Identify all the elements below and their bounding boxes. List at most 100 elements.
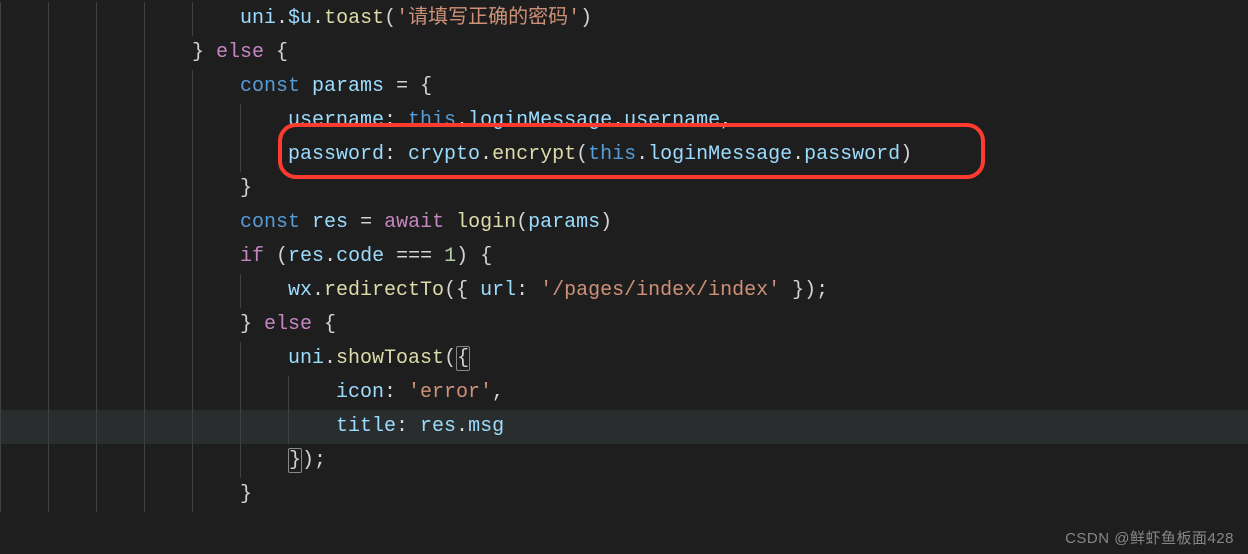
code-token: crypto (408, 143, 480, 166)
code-token: icon (336, 381, 384, 404)
code-token: params (312, 75, 384, 98)
code-token: } (192, 41, 216, 64)
indent-guide (48, 2, 96, 36)
indent-guide (48, 138, 96, 172)
code-line[interactable]: const params = { (0, 70, 1248, 104)
code-token: wx (288, 279, 312, 302)
indent-guide (96, 342, 144, 376)
indent-guide (144, 240, 192, 274)
code-token: . (324, 245, 336, 268)
code-token: { (420, 75, 432, 98)
code-token: = (396, 75, 408, 98)
code-token (300, 75, 312, 98)
code-line[interactable]: } else { (0, 36, 1248, 70)
code-token: ) (580, 7, 592, 30)
code-token: if (240, 245, 264, 268)
code-token: title (336, 415, 396, 438)
code-token: : (516, 279, 540, 302)
code-token: . (456, 415, 468, 438)
indent-guide (192, 70, 240, 104)
indent-guide (144, 444, 192, 478)
code-line[interactable]: if (res.code === 1) { (0, 240, 1248, 274)
code-line[interactable]: title: res.msg (0, 410, 1248, 444)
code-token: username (288, 109, 384, 132)
code-token: res (288, 245, 324, 268)
code-line[interactable]: icon: 'error', (0, 376, 1248, 410)
indent-guide (192, 2, 240, 36)
indent-guide (192, 172, 240, 206)
code-token: res (312, 211, 348, 234)
code-token: code (336, 245, 384, 268)
indent-guide (0, 2, 48, 36)
code-token: loginMessage (648, 143, 792, 166)
code-token (300, 211, 312, 234)
indent-guide (96, 172, 144, 206)
indent-guide (240, 138, 288, 172)
code-token: redirectTo (324, 279, 444, 302)
code-editor[interactable]: uni.$u.toast('请填写正确的密码')} else {const pa… (0, 0, 1248, 554)
code-token: ) (456, 245, 468, 268)
code-token: = (360, 211, 372, 234)
code-token: login (456, 211, 516, 234)
code-token: uni (288, 347, 324, 370)
indent-guide (96, 444, 144, 478)
code-token: ( (516, 211, 528, 234)
code-token: res (420, 415, 456, 438)
code-token: } (240, 483, 252, 506)
indent-guide (48, 206, 96, 240)
indent-guide (192, 478, 240, 512)
code-token: : (396, 415, 420, 438)
code-token: . (324, 347, 336, 370)
code-token: 1 (444, 245, 456, 268)
code-line[interactable]: } (0, 478, 1248, 512)
code-line[interactable]: }); (0, 444, 1248, 478)
indent-guide (144, 70, 192, 104)
indent-guide (0, 274, 48, 308)
code-token: uni (240, 7, 276, 30)
indent-guide (0, 410, 48, 444)
code-token (468, 245, 480, 268)
code-token: . (276, 7, 288, 30)
indent-guide (0, 342, 48, 376)
code-token: }); (780, 279, 828, 302)
indent-guide (192, 308, 240, 342)
indent-guide (144, 2, 192, 36)
code-line[interactable]: const res = await login(params) (0, 206, 1248, 240)
code-token: '/pages/index/index' (540, 279, 780, 302)
indent-guide (96, 410, 144, 444)
indent-guide (144, 172, 192, 206)
indent-guide (240, 376, 288, 410)
indent-guide (0, 308, 48, 342)
code-token: === (396, 245, 432, 268)
code-line[interactable]: uni.showToast({ (0, 342, 1248, 376)
code-token: this (408, 109, 456, 132)
code-token: } (240, 177, 252, 200)
code-token: '请填写正确的密码' (396, 7, 580, 30)
indent-guide (96, 70, 144, 104)
code-token: . (792, 143, 804, 166)
indent-guide (192, 104, 240, 138)
code-token: : (384, 143, 408, 166)
code-line[interactable]: username: this.loginMessage.username, (0, 104, 1248, 138)
code-token: else (264, 313, 312, 336)
code-token: ( (444, 347, 456, 370)
code-line[interactable]: wx.redirectTo({ url: '/pages/index/index… (0, 274, 1248, 308)
code-token: . (312, 279, 324, 302)
code-token: { (456, 346, 470, 371)
indent-guide (0, 70, 48, 104)
code-line[interactable]: password: crypto.encrypt(this.loginMessa… (0, 138, 1248, 172)
indent-guide (144, 410, 192, 444)
code-line[interactable]: } (0, 172, 1248, 206)
indent-guide (144, 342, 192, 376)
indent-guide (48, 172, 96, 206)
code-token: password (804, 143, 900, 166)
indent-guide (96, 36, 144, 70)
indent-guide (240, 104, 288, 138)
code-token: ({ (444, 279, 480, 302)
code-token: this (588, 143, 636, 166)
code-line[interactable]: uni.$u.toast('请填写正确的密码') (0, 2, 1248, 36)
indent-guide (144, 138, 192, 172)
code-line[interactable]: } else { (0, 308, 1248, 342)
code-token (348, 211, 360, 234)
code-token: const (240, 75, 300, 98)
